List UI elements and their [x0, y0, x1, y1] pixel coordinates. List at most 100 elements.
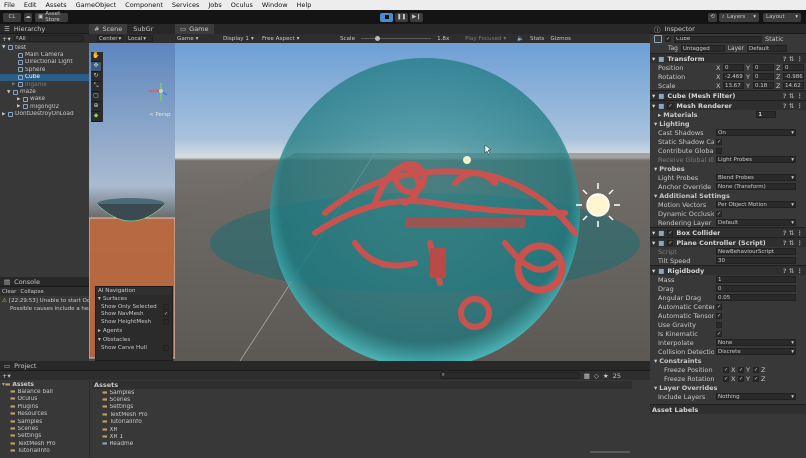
- menu-edit[interactable]: Edit: [24, 1, 37, 9]
- project-asset-item[interactable]: ▬ TutorialInfo: [92, 419, 632, 426]
- cloud-icon[interactable]: ☁: [24, 12, 32, 22]
- component-header[interactable]: ▾ ■ ✓ Box Collider ? ⇅ ⋮: [650, 227, 806, 237]
- materials-count[interactable]: 1: [756, 111, 777, 118]
- property-checkbox[interactable]: [716, 321, 722, 328]
- gizmo-center[interactable]: [159, 89, 163, 93]
- collapse-button[interactable]: Collapse: [20, 289, 43, 295]
- hierarchy-item[interactable]: ▶ DontDestroyOnLoad: [0, 111, 89, 118]
- vector-field-y[interactable]: 0: [753, 73, 774, 80]
- gizmos-button[interactable]: Gizmos: [550, 36, 571, 42]
- project-folder-item[interactable]: ▾▬ Assets: [0, 381, 89, 388]
- enabled-checkbox[interactable]: ✓: [667, 102, 674, 109]
- show-carve-hull-toggle[interactable]: Show Carve Hull: [96, 344, 172, 352]
- menu-oculus[interactable]: Oculus: [231, 1, 253, 9]
- move-tool-icon[interactable]: ✥: [91, 62, 101, 72]
- property-checkbox[interactable]: [716, 147, 722, 154]
- mute-icon[interactable]: 🔈: [517, 36, 524, 42]
- game-mode-dropdown[interactable]: Game ▾: [177, 36, 217, 42]
- checkbox[interactable]: [163, 344, 169, 351]
- property-drop[interactable]: Discrete ▾: [716, 348, 796, 355]
- show-only-selected-toggle[interactable]: Show Only Selected: [96, 303, 172, 311]
- rect-tool-icon[interactable]: ▢: [91, 92, 101, 102]
- component-menu-icon[interactable]: ? ⇅ ⋮: [783, 92, 806, 100]
- menu-file[interactable]: File: [4, 1, 15, 9]
- vector-field-z[interactable]: 0: [783, 64, 804, 71]
- property-field[interactable]: NewBehaviourScript: [716, 248, 796, 255]
- property-checkbox[interactable]: ✓: [716, 330, 722, 337]
- property-drop[interactable]: Per Object Motion ▾: [716, 201, 796, 208]
- add-icon[interactable]: +▾: [2, 35, 11, 43]
- persp-label[interactable]: < Persp: [149, 112, 170, 118]
- account-button[interactable]: CL: [3, 12, 21, 22]
- asset-labels-header[interactable]: Asset Labels: [650, 404, 806, 414]
- project-asset-item[interactable]: ▬ Settings: [92, 404, 632, 411]
- display-dropdown[interactable]: Display 1 ▾: [223, 36, 256, 42]
- property-checkbox[interactable]: ✓: [716, 138, 722, 145]
- hierarchy-item[interactable]: ▼ maze: [0, 88, 89, 95]
- property-drop[interactable]: Nothing ▾: [716, 393, 796, 400]
- clear-button[interactable]: Clear: [2, 289, 16, 295]
- hierarchy-search-input[interactable]: ⌕ All: [13, 35, 84, 42]
- project-folder-item[interactable]: ▬ Plugins: [0, 403, 89, 410]
- component-header[interactable]: ▾ ■ ✓ Mesh Renderer ? ⇅ ⋮: [650, 100, 806, 110]
- step-button[interactable]: ▶❙: [410, 12, 423, 22]
- tab-game[interactable]: ▭ Game: [175, 24, 214, 34]
- component-header[interactable]: ▾ ■ Cube (Mesh Filter) ? ⇅ ⋮: [650, 90, 806, 100]
- console-log-row[interactable]: ⚠ [22:29:53] Unable to start Oculus XR P…: [0, 296, 89, 305]
- component-menu-icon[interactable]: ? ⇅ ⋮: [783, 55, 806, 63]
- constraint-checkbox-x[interactable]: ✓: [723, 366, 729, 373]
- project-folder-item[interactable]: ▬ Resources: [0, 411, 89, 418]
- enabled-checkbox[interactable]: ✓: [667, 239, 674, 246]
- layer-dropdown[interactable]: Default: [747, 45, 787, 52]
- component-header[interactable]: ▾ ■ ✓ Plane Controller (Script) ? ⇅ ⋮: [650, 237, 806, 247]
- hierarchy-item[interactable]: ▼ test: [0, 44, 89, 51]
- vector-field-y[interactable]: 0: [753, 64, 774, 71]
- icon-size-slider[interactable]: [590, 451, 630, 453]
- menu-assets[interactable]: Assets: [45, 1, 66, 9]
- pivot-center-dropdown[interactable]: Center ▾: [97, 35, 124, 42]
- menu-services[interactable]: Services: [172, 1, 199, 9]
- checkbox[interactable]: [163, 318, 169, 325]
- project-asset-item[interactable]: ▬ XR: [92, 426, 632, 433]
- enabled-checkbox[interactable]: ✓: [667, 229, 674, 236]
- project-asset-item[interactable]: ▬ Scenes: [92, 396, 632, 403]
- tab-scene[interactable]: # Scene: [89, 24, 128, 34]
- pivot-local-dropdown[interactable]: Local ▾: [126, 35, 153, 42]
- project-folder-item[interactable]: ▬ Oculus: [0, 396, 89, 403]
- tag-dropdown[interactable]: Untagged: [680, 45, 725, 52]
- vector-field-y[interactable]: 0.18: [753, 82, 774, 89]
- rotate-tool-icon[interactable]: ↻: [91, 72, 101, 82]
- project-asset-item[interactable]: ▬ XR 1: [92, 433, 632, 440]
- project-asset-item[interactable]: ▬ Readme: [92, 441, 632, 448]
- hand-tool-icon[interactable]: ✋: [91, 52, 101, 62]
- component-menu-icon[interactable]: ? ⇅ ⋮: [783, 239, 806, 247]
- property-field[interactable]: 30: [716, 257, 796, 264]
- hierarchy-item[interactable]: ▶ migong02: [0, 103, 89, 110]
- play-focused-dropdown[interactable]: Play Focused ▾: [465, 36, 511, 42]
- hierarchy-item[interactable]: ▶ Ingame: [0, 81, 89, 88]
- asset-store-button[interactable]: ▣ Asset Store: [35, 11, 68, 23]
- project-folder-item[interactable]: ▬ Scenes: [0, 425, 89, 432]
- property-drop[interactable]: Light Probes ▾: [716, 156, 796, 163]
- hierarchy-item[interactable]: Main Camera: [0, 51, 89, 58]
- add-icon[interactable]: +▾: [2, 372, 11, 380]
- checkbox[interactable]: ✓: [163, 311, 169, 318]
- hierarchy-item[interactable]: Directional Light: [0, 59, 89, 66]
- history-icon[interactable]: ⟲: [708, 12, 717, 22]
- project-folder-item[interactable]: ▬ TutorialInfo: [0, 448, 89, 455]
- component-menu-icon[interactable]: ? ⇅ ⋮: [783, 267, 806, 275]
- custom-tool-icon[interactable]: ◆: [91, 112, 101, 122]
- menu-jobs[interactable]: Jobs: [208, 1, 221, 9]
- property-drop[interactable]: Default ▾: [716, 219, 796, 226]
- menu-component[interactable]: Component: [125, 1, 163, 9]
- property-field[interactable]: None (Transform): [716, 183, 796, 190]
- static-toggle[interactable]: Static: [765, 35, 784, 43]
- menu-help[interactable]: Help: [297, 1, 312, 9]
- stats-button[interactable]: Stats: [530, 36, 544, 42]
- project-folder-item[interactable]: ▬ TextMesh Pro: [0, 440, 89, 447]
- constraint-checkbox-z[interactable]: ✓: [753, 375, 759, 382]
- layout-dropdown[interactable]: Layout ▾: [763, 12, 801, 22]
- project-search-input[interactable]: ⌕: [439, 372, 580, 379]
- project-folder-item[interactable]: ▬ Balance ball: [0, 388, 89, 395]
- project-folder-item[interactable]: ▬ Samples: [0, 418, 89, 425]
